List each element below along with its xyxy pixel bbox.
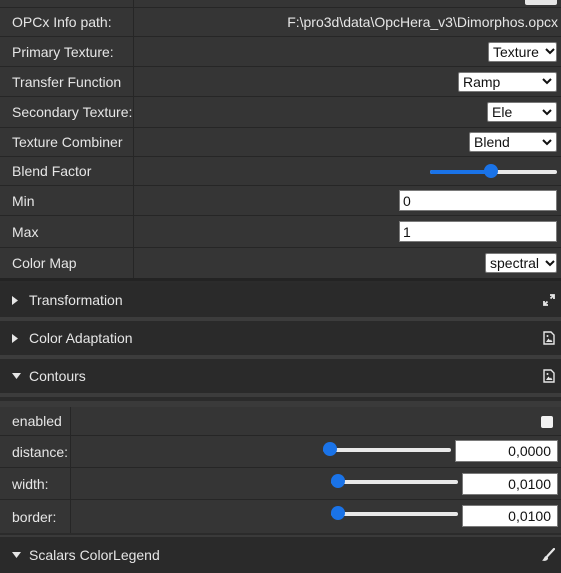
color-map-row: Color Map spectral <box>0 248 561 281</box>
transfer-function-row: Transfer Function Ramp <box>0 67 561 97</box>
color-map-selected: spectral <box>490 255 540 271</box>
distance-label: distance: <box>12 443 69 460</box>
min-input[interactable]: 0 <box>399 190 557 211</box>
top-cut-row <box>0 0 561 8</box>
texture-combiner-selected: Blend <box>474 134 510 150</box>
blend-factor-row: Blend Factor <box>0 157 561 186</box>
blend-factor-slider[interactable] <box>430 164 557 180</box>
transfer-function-label: Transfer Function <box>12 73 122 90</box>
section-title: Scalars ColorLegend <box>29 547 160 563</box>
slider-thumb[interactable] <box>484 164 499 178</box>
width-input[interactable]: 0,0100 <box>462 473 558 495</box>
slider-thumb[interactable] <box>331 506 345 520</box>
expand-arrows-icon[interactable] <box>543 283 555 317</box>
caret-down-icon <box>12 359 21 393</box>
enabled-label: enabled <box>12 413 62 429</box>
section-title: Color Adaptation <box>29 330 133 346</box>
transfer-function-selected: Ramp <box>463 73 501 90</box>
min-row: Min 0 <box>0 186 561 216</box>
primary-texture-selected: Texture <box>493 43 539 60</box>
caret-right-icon <box>12 283 18 317</box>
color-map-label: Color Map <box>12 255 77 271</box>
color-map-select[interactable]: spectral <box>485 253 557 273</box>
caret-down-icon <box>12 537 21 573</box>
image-file-icon[interactable] <box>543 359 555 393</box>
width-label: width: <box>12 475 49 492</box>
contours-border-row: border: 0,0100 <box>0 500 561 533</box>
section-transformation[interactable]: Transformation <box>0 283 561 321</box>
max-row: Max 1 <box>0 216 561 248</box>
distance-input[interactable]: 0,0000 <box>455 440 558 462</box>
top-cut-button[interactable] <box>525 0 557 5</box>
slider-thumb[interactable] <box>331 474 345 488</box>
section-scalars-color-legend[interactable]: Scalars ColorLegend <box>0 535 561 573</box>
chevron-down-icon <box>536 78 552 85</box>
chevron-down-icon <box>536 138 552 146</box>
image-file-icon[interactable] <box>543 321 555 355</box>
texture-combiner-select[interactable]: Blend <box>469 132 557 152</box>
primary-texture-row: Primary Texture: Texture <box>0 37 561 67</box>
contours-enabled-row: enabled <box>0 407 561 436</box>
max-input[interactable]: 1 <box>399 221 557 242</box>
slider-thumb[interactable] <box>323 442 337 456</box>
min-label: Min <box>12 192 35 209</box>
texture-combiner-label: Texture Combiner <box>12 134 123 150</box>
section-contours[interactable]: Contours <box>0 359 561 397</box>
distance-slider[interactable] <box>323 442 451 458</box>
enabled-checkbox[interactable] <box>541 416 553 428</box>
secondary-texture-selected: Ele <box>492 104 513 120</box>
texture-combiner-row: Texture Combiner Blend <box>0 128 561 157</box>
blend-factor-label: Blend Factor <box>12 163 92 179</box>
paintbrush-icon[interactable] <box>541 537 555 573</box>
border-input[interactable]: 0,0100 <box>462 505 558 527</box>
secondary-texture-row: Secondary Texture: Ele <box>0 97 561 128</box>
secondary-texture-label: Secondary Texture: <box>12 104 133 120</box>
max-label: Max <box>12 223 39 240</box>
chevron-down-icon <box>536 108 552 116</box>
section-title: Transformation <box>29 292 123 308</box>
section-title: Contours <box>29 368 86 384</box>
caret-right-icon <box>12 321 18 355</box>
secondary-texture-select[interactable]: Ele <box>487 102 557 122</box>
border-label: border: <box>12 508 57 525</box>
primary-texture-select[interactable]: Texture <box>488 41 557 62</box>
chevron-down-icon <box>539 48 555 55</box>
width-slider[interactable] <box>331 474 458 490</box>
opcx-info-path-value: F:\pro3d\data\OpcHera_v3\Dimorphos.opcx <box>287 14 558 30</box>
transfer-function-select[interactable]: Ramp <box>458 71 557 92</box>
chevron-down-icon <box>539 259 555 267</box>
contours-distance-row: distance: 0,0000 <box>0 436 561 468</box>
primary-texture-label: Primary Texture: <box>12 43 114 60</box>
contours-width-row: width: 0,0100 <box>0 468 561 500</box>
section-color-adaptation[interactable]: Color Adaptation <box>0 321 561 359</box>
opcx-info-path-row: OPCx Info path: F:\pro3d\data\OpcHera_v3… <box>0 8 561 37</box>
opcx-info-path-label: OPCx Info path: <box>12 14 112 30</box>
border-slider[interactable] <box>331 506 458 522</box>
